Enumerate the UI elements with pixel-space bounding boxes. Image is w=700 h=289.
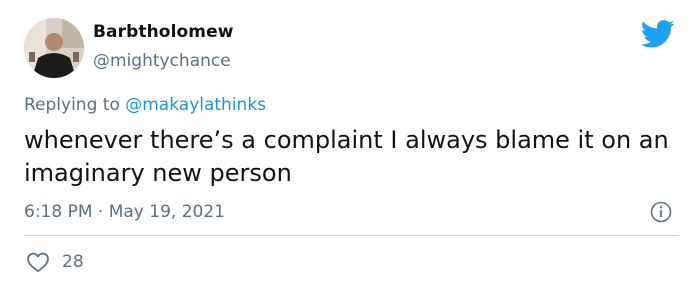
avatar[interactable] <box>24 18 84 78</box>
reply-mention-link[interactable]: @makaylathinks <box>125 95 266 115</box>
info-icon[interactable] <box>649 200 673 224</box>
tweet-date: May 19, 2021 <box>108 202 225 222</box>
like-button[interactable]: 28 <box>26 251 84 273</box>
tweet-timestamp[interactable]: 6:18 PM · May 19, 2021 <box>24 202 225 222</box>
author-name[interactable]: Barbtholomew <box>93 22 234 42</box>
divider <box>24 235 679 236</box>
tweet-text: whenever there’s a complaint I always bl… <box>24 126 669 187</box>
replying-to-label: Replying to <box>24 95 120 115</box>
tweet-card: Barbtholomew @mightychance Replying to @… <box>0 0 700 289</box>
like-count: 28 <box>62 252 84 272</box>
meta-separator: · <box>97 202 104 222</box>
avatar-photo <box>24 18 84 78</box>
replying-to: Replying to @makaylathinks <box>24 95 266 115</box>
author-handle[interactable]: @mightychance <box>93 51 231 71</box>
tweet-time: 6:18 PM <box>24 202 93 222</box>
heart-icon <box>27 252 49 273</box>
twitter-bird-icon[interactable] <box>641 20 675 48</box>
